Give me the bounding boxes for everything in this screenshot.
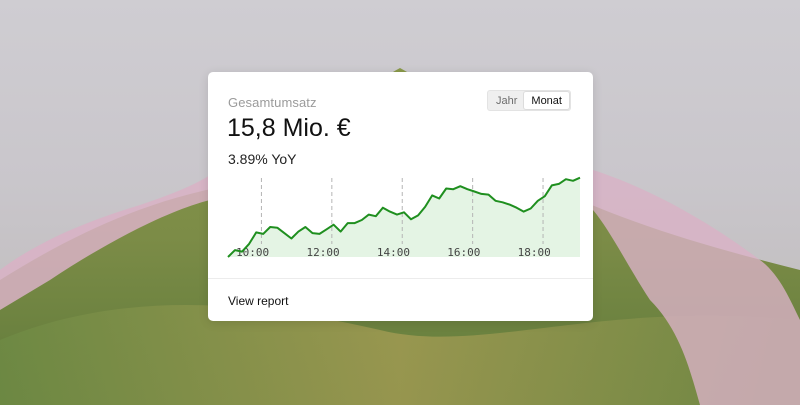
toggle-jahr[interactable]: Jahr: [489, 92, 524, 109]
card-title: Gesamtumsatz: [228, 95, 317, 110]
revenue-chart-svg: 10:00 12:00 14:00 16:00 18:00: [227, 176, 581, 259]
x-tick-label: 12:00: [306, 246, 339, 259]
card-divider: [208, 278, 593, 279]
toggle-monat[interactable]: Monat: [524, 92, 569, 109]
x-tick-label: 16:00: [447, 246, 480, 259]
x-tick-label: 18:00: [518, 246, 551, 259]
yoy-delta: 3.89% YoY: [228, 151, 297, 167]
view-report-link[interactable]: View report: [228, 294, 288, 308]
revenue-chart: 10:00 12:00 14:00 16:00 18:00: [226, 172, 582, 272]
period-toggle: Jahr Monat: [487, 90, 571, 111]
revenue-value: 15,8 Mio. €: [227, 114, 351, 142]
revenue-card: Gesamtumsatz 15,8 Mio. € 3.89% YoY Jahr …: [208, 72, 593, 321]
x-tick-label: 10:00: [236, 246, 269, 259]
x-tick-label: 14:00: [377, 246, 410, 259]
